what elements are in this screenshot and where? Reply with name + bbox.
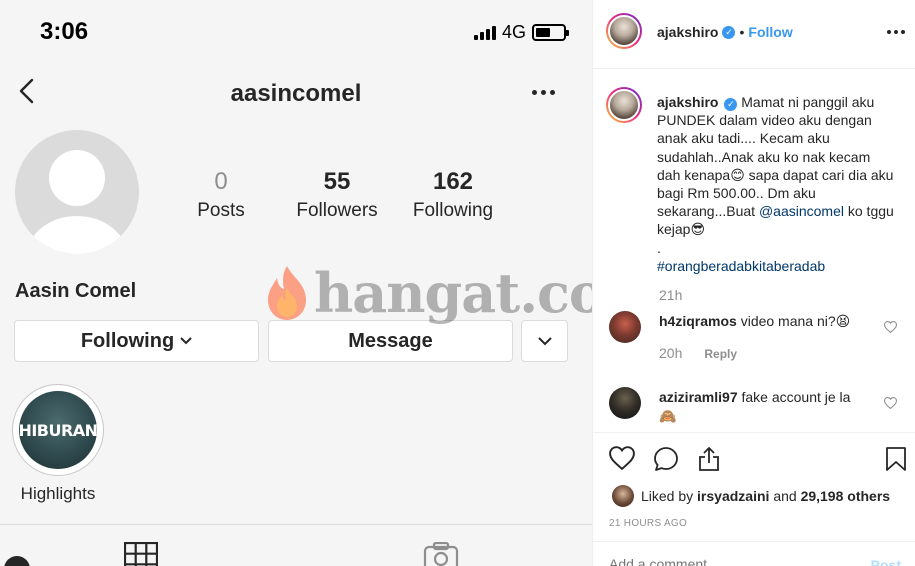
message-button-label: Message — [348, 329, 433, 352]
tab-divider — [0, 524, 592, 525]
add-comment-input[interactable] — [609, 556, 849, 566]
author-username[interactable]: ajakshiro — [657, 24, 718, 40]
author-avatar[interactable] — [606, 13, 642, 49]
caption-emoji: 😎 — [690, 221, 706, 238]
comment-bubble-icon[interactable] — [653, 446, 679, 477]
comment-like-heart-icon[interactable] — [883, 320, 898, 338]
caption-mention-link[interactable]: @aasincomel — [759, 203, 844, 219]
highlight-circle[interactable]: HIBURAN — [12, 384, 104, 476]
chevron-down-icon — [180, 337, 192, 345]
indicator-dot — [4, 556, 30, 566]
network-label: 4G — [501, 22, 526, 42]
followers-stat[interactable]: 55 Followers — [287, 168, 387, 222]
caption-time[interactable]: 21h — [659, 287, 682, 303]
likes-middle: and — [773, 488, 797, 504]
suggested-dropdown-button[interactable] — [521, 320, 568, 362]
comment: h4ziqramos video mana ni?😫 — [659, 312, 881, 331]
profile-avatar — [15, 130, 139, 254]
verified-badge-icon: ✓ — [724, 97, 738, 111]
following-label: Following — [412, 200, 494, 221]
following-stat[interactable]: 162 Following — [404, 168, 502, 222]
commenter-avatar[interactable] — [609, 387, 641, 419]
post-comment-button[interactable]: Post — [871, 557, 901, 566]
highlight-cover-text: HIBURAN — [19, 420, 97, 440]
bookmark-save-icon[interactable] — [885, 446, 907, 477]
comment-box-divider — [593, 541, 915, 542]
comment-time[interactable]: 20h — [659, 345, 682, 361]
post-header: ajakshiro ✓ • Follow — [657, 24, 793, 40]
post-panel: ajakshiro ✓ • Follow ajakshiro ✓ Mamat n… — [592, 0, 915, 566]
following-button[interactable]: Following — [14, 320, 259, 362]
header-divider — [593, 68, 915, 69]
reply-button[interactable]: Reply — [704, 347, 737, 361]
comment: aziziramli97 fake account je la 🙈 — [659, 388, 881, 426]
comment-emoji: 😫 — [835, 313, 851, 329]
comment-emoji: 🙈 — [659, 408, 677, 424]
posts-stat: 0 Posts — [186, 168, 256, 222]
likes-count[interactable]: 29,198 others — [801, 488, 891, 504]
actions-divider — [593, 432, 915, 433]
follow-button[interactable]: Follow — [748, 24, 792, 40]
posts-label: Posts — [197, 200, 245, 221]
share-upload-icon[interactable] — [697, 446, 721, 477]
highlight-cover: HIBURAN — [19, 391, 97, 469]
more-options-icon[interactable] — [887, 30, 905, 34]
caption-hashtag-link[interactable]: #orangberadabkitaberadab — [657, 258, 825, 274]
profile-username: aasincomel — [230, 80, 362, 107]
chevron-down-icon — [537, 336, 552, 345]
comment-username[interactable]: aziziramli97 — [659, 389, 738, 405]
followers-label: Followers — [296, 200, 378, 221]
likes-summary: Liked by irsyadzaini and 29,198 others — [641, 488, 890, 504]
comment-meta: 20h Reply — [659, 345, 737, 361]
comment-text: video mana ni? — [740, 313, 836, 329]
liker-username[interactable]: irsyadzaini — [697, 488, 769, 504]
phone-screenshot: 3:06 4G aasincomel 0 Posts 55 Followers … — [0, 0, 592, 566]
tagged-photos-icon[interactable] — [423, 541, 459, 566]
grid-icon[interactable] — [123, 541, 159, 566]
likes-prefix: Liked by — [641, 488, 694, 504]
following-button-label: Following — [80, 329, 175, 352]
liker-avatar[interactable] — [612, 485, 634, 507]
separator-dot: • — [739, 24, 745, 40]
verified-badge-icon: ✓ — [722, 25, 736, 39]
comment-username[interactable]: h4ziqramos — [659, 313, 737, 329]
flame-logo-icon — [268, 266, 306, 320]
more-options-icon[interactable] — [532, 82, 558, 102]
caption-dot: . — [657, 239, 661, 256]
posts-count: 0 — [214, 168, 228, 195]
message-button[interactable]: Message — [268, 320, 513, 362]
display-name: Aasin Comel — [15, 280, 137, 302]
followers-count: 55 — [323, 168, 351, 195]
signal-icon — [473, 25, 496, 40]
post-timestamp[interactable]: 21 HOURS AGO — [609, 518, 687, 529]
comment-text: fake account je la — [741, 389, 851, 405]
caption-emoji: 😊 — [730, 166, 745, 183]
post-caption: ajakshiro ✓ Mamat ni panggil aku PUNDEK … — [657, 93, 895, 275]
caption-username[interactable]: ajakshiro — [657, 94, 718, 110]
status-bar-right: 4G — [473, 22, 569, 43]
site-watermark: hangat.com — [262, 264, 592, 322]
comment-like-heart-icon[interactable] — [883, 396, 898, 414]
status-time: 3:06 — [40, 18, 89, 45]
battery-icon — [532, 24, 569, 41]
watermark-text: hangat.com — [314, 261, 592, 325]
caption-author-avatar[interactable] — [606, 87, 642, 123]
following-count: 162 — [432, 168, 474, 195]
highlight-label: Highlights — [20, 484, 96, 503]
commenter-avatar[interactable] — [609, 311, 641, 343]
like-heart-icon[interactable] — [609, 446, 635, 475]
